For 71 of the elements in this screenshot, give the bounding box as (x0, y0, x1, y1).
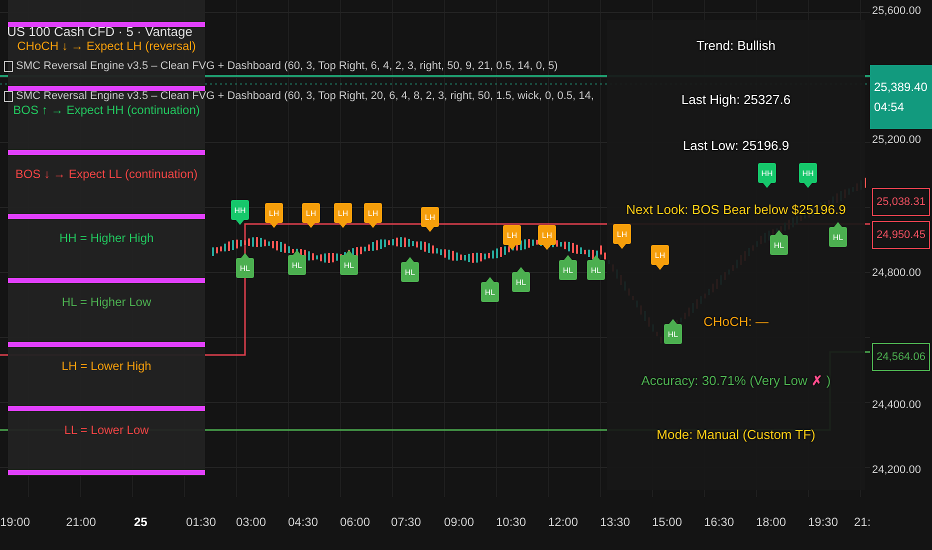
cross-icon: ✗ (811, 373, 822, 388)
pivot-label: HL (559, 255, 577, 280)
legend-text: LH = Lower High (60, 358, 152, 374)
time-label: 25 (134, 515, 148, 529)
dashboard-text: Trend: Bullish (696, 38, 776, 53)
time-label: 04:30 (288, 515, 318, 529)
legend-text: HL = Higher Low (60, 294, 152, 310)
legend-text: HH = Higher High (58, 230, 155, 246)
price-label: 24,564.06 (872, 343, 930, 371)
dashboard-text: Last High: 25327.6 (681, 92, 791, 107)
pivot-label: HH (231, 200, 249, 225)
legend-text: LL = Lower Low (63, 422, 150, 438)
price-label: 24,200.00 (872, 463, 922, 477)
pivot-label: HL (340, 250, 358, 275)
time-label: 03:00 (236, 515, 266, 529)
pivot-label: HH (799, 163, 817, 188)
price-label: 25,600.00 (872, 4, 922, 18)
symbol-title: US 100 Cash CFD · 5 · Vantage (7, 24, 192, 39)
pivot-label: HL (829, 222, 847, 247)
pivot-label: LH (265, 203, 283, 228)
pivot-label: HL (770, 230, 788, 255)
pivot-label: LH (538, 225, 556, 250)
indicator-icon[interactable] (4, 60, 13, 72)
dashboard-text: Last Low: 25196.9 (682, 138, 790, 153)
time-label: 19:30 (808, 515, 838, 529)
pivot-label: HL (481, 277, 499, 302)
price-label: 24,800.00 (872, 266, 922, 280)
time-label: 09:00 (444, 515, 474, 529)
accuracy-close: ) (826, 373, 831, 388)
price-label: 24,950.45 (872, 221, 930, 249)
indicator-label[interactable]: SMC Reversal Engine v3.5 – Clean FVG + Dashboard (60, 3, Top Right, 20, 6, 4, 8, 2, 3, right, 50, 1.5, wick, 0, 0.5, 14, (16, 90, 594, 102)
time-label: 01:30 (186, 515, 216, 529)
pivot-label: HL (288, 250, 306, 275)
pivot-label: HL (401, 257, 419, 282)
pivot-label: LH (503, 225, 521, 250)
time-label: 12:00 (548, 515, 578, 529)
indicator-label[interactable]: SMC Reversal Engine v3.5 – Clean FVG + Dashboard (60, 3, Top Right, 6, 4, 2, 3, right, 50, 9, 21, 0.5, 14, 0, 5) (16, 60, 558, 72)
dashboard-text: Mode: Manual (Custom TF) (656, 427, 816, 442)
current-price: 25,389.40 (874, 80, 928, 94)
pivot-label: LH (364, 203, 382, 228)
price-label: 25,200.00 (872, 133, 922, 147)
bar-countdown: 04:54 (874, 100, 906, 114)
pivot-label: LH (334, 203, 352, 228)
price-label: 25,038.31 (872, 188, 930, 216)
pivot-label: HL (587, 255, 605, 280)
time-label: 18:00 (756, 515, 786, 529)
pivot-label: HL (664, 319, 682, 344)
time-label: 19:00 (0, 515, 30, 529)
pivot-label: HL (512, 267, 530, 292)
dashboard-text: Next Look: BOS Bear below $25196.9 (626, 202, 846, 217)
time-label: 10:30 (496, 515, 526, 529)
time-label: 16:30 (704, 515, 734, 529)
legend-text: CHoCH ↓ → Expect LH (reversal) (16, 39, 197, 54)
legend-text: BOS ↓ → Expect LL (continuation) (14, 166, 199, 182)
legend-text: BOS ↑ → Expect HH (continuation) (12, 102, 201, 118)
pivot-label: LH (613, 224, 631, 249)
time-label: 13:30 (600, 515, 630, 529)
time-label: 15:00 (652, 515, 682, 529)
time-label: 21:00 (66, 515, 96, 529)
time-label: 07:30 (391, 515, 422, 529)
accuracy-text: Accuracy: 30.71% (Very Low (641, 373, 808, 388)
pivot-label: HH (758, 163, 776, 188)
time-label: 06:00 (340, 515, 370, 529)
pivot-label: LH (651, 245, 669, 270)
price-label: 24,400.00 (872, 398, 922, 412)
pivot-label: HL (236, 253, 254, 278)
indicator-icon[interactable] (4, 90, 13, 102)
dashboard-text: CHoCH: — (703, 314, 768, 329)
time-label: 21: (854, 515, 871, 529)
pivot-label: LH (302, 203, 320, 228)
pivot-label: LH (421, 207, 439, 232)
